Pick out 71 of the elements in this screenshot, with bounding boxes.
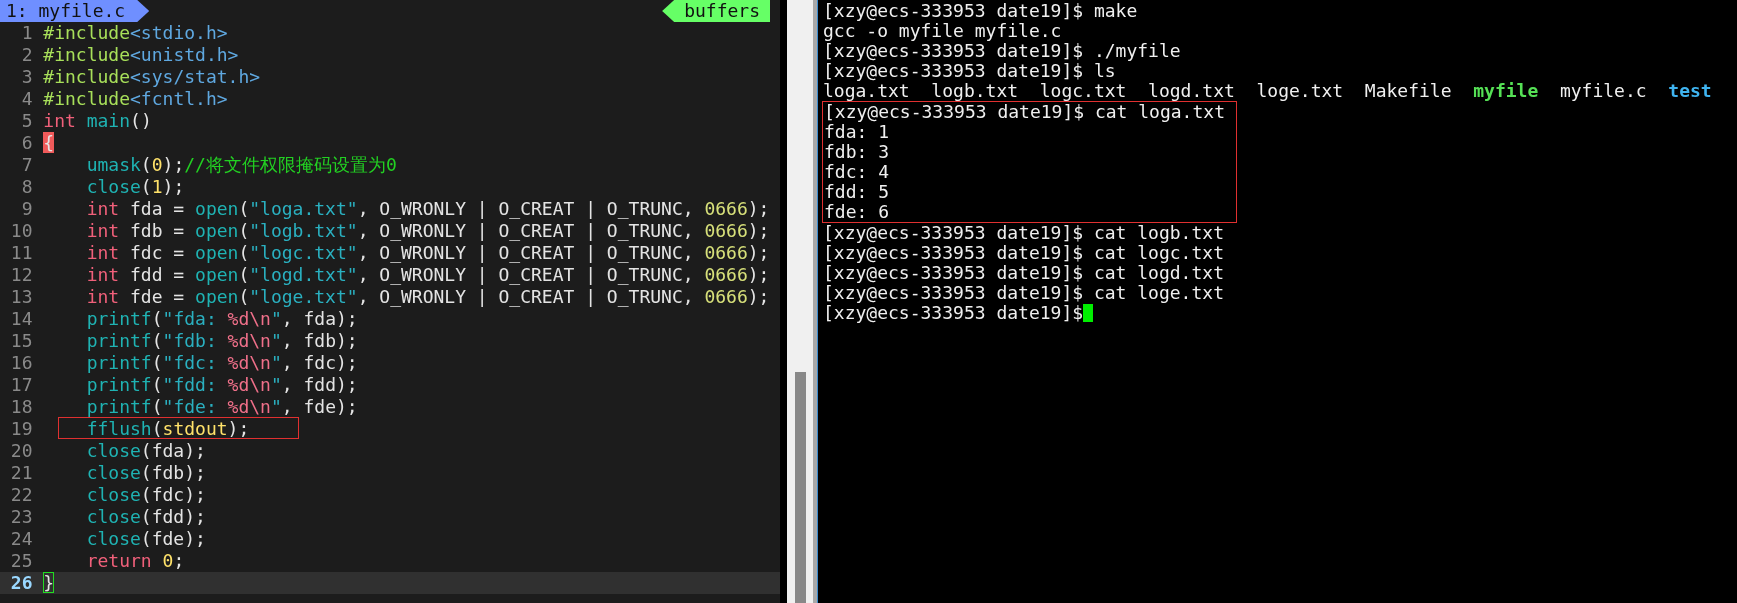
terminal-line: loga.txt logb.txt logc.txt logd.txt loge.txt Makefile myfile myfile.c test [822,81,1713,101]
code-line: int fde = open("loge.txt", O_WRONLY | O_CREAT | O_TRUNC, 0666); [85,286,771,308]
terminal-line: [xzy@ecs-333953 date19]$ [822,303,1737,323]
terminal-line: [xzy@ecs-333953 date19]$ ls [822,61,1116,81]
line-number: 25 [9,550,33,572]
code-line: close(fdc); [85,484,207,506]
line-number: 11 [9,242,33,264]
code-line: int fdc = open("logc.txt", O_WRONLY | O_CREAT | O_TRUNC, 0666); [85,242,771,264]
terminal-line: fdd: 5 [823,182,891,202]
line-number: 7 [20,154,33,176]
code-line: #include<sys/stat.h> [43,66,262,88]
scrollbar-thumb[interactable] [795,372,806,603]
code-line: #include<unistd.h> [43,44,240,66]
line-number: 14 [9,308,33,330]
code-line: close(fdb); [85,462,207,484]
line-number: 9 [20,198,33,220]
terminal-line: fda: 1 [823,122,890,142]
line-number: 19 [9,418,33,440]
code-line: printf("fda: %d\n", fda); [85,308,359,330]
line-number: 20 [9,440,33,462]
scrollbar[interactable] [787,0,817,603]
code-line: close(fda); [85,440,207,462]
code-line: printf("fdb: %d\n", fdb); [85,330,359,352]
code-line: } [43,572,56,594]
line-number: 1 [20,22,33,44]
code-line: close(fdd); [85,506,207,528]
terminal-line: fdb: 3 [823,142,891,162]
terminal-line: fdc: 4 [823,162,891,182]
line-number: 2 [20,44,33,66]
line-number: 16 [9,352,33,374]
line-number: 26 [9,572,33,594]
line-number: 24 [9,528,33,550]
code-line: #include<stdio.h> [43,22,229,44]
code-line: int fdd = open("logd.txt", O_WRONLY | O_CREAT | O_TRUNC, 0666); [85,264,771,286]
line-number: 5 [20,110,33,132]
line-number: 13 [9,286,33,308]
terminal-line: [xzy@ecs-333953 date19]$ cat loga.txt [823,102,1225,122]
code-line: int fdb = open("logb.txt", O_WRONLY | O_CREAT | O_TRUNC, 0666); [85,220,771,242]
line-number: 18 [9,396,33,418]
line-number: 8 [20,176,33,198]
code-line: umask(0);//将文件权限掩码设置为0 [85,154,398,176]
code-line: return 0; [85,550,186,572]
code-line: int fda = open("loga.txt", O_WRONLY | O_CREAT | O_TRUNC, 0666); [85,198,771,220]
line-number: 12 [9,264,33,286]
line-number: 4 [20,88,33,110]
terminal-line: [xzy@ecs-333953 date19]$ cat loge.txt [822,283,1225,303]
code-line: printf("fde: %d\n", fde); [85,396,359,418]
code-line: fflush(stdout); [43,418,780,440]
line-number: 15 [9,330,33,352]
code-line: printf("fdc: %d\n", fdc); [85,352,359,374]
terminal-line: fde: 6 [823,202,891,222]
buffers-label: buffers [662,0,770,22]
line-number: 10 [9,220,33,242]
terminal-line: [xzy@ecs-333953 date19]$ make [822,1,1139,21]
line-number: 22 [9,484,33,506]
terminal-line: [xzy@ecs-333953 date19]$ cat logb.txt [822,223,1225,243]
line-number: 3 [20,66,33,88]
line-number: 23 [9,506,33,528]
code-line: #include<fcntl.h> [43,88,229,110]
file-tab[interactable]: 1: myfile.c [0,0,150,22]
line-number: 17 [9,374,33,396]
terminal-line: [xzy@ecs-333953 date19]$ cat logd.txt [822,263,1225,283]
terminal-line: gcc -o myfile myfile.c [822,21,1063,41]
line-number: 21 [9,462,33,484]
code-line: close(fde); [85,528,207,550]
terminal-line: [xzy@ecs-333953 date19]$ ./myfile [822,41,1182,61]
terminal-line: [xzy@ecs-333953 date19]$ cat logc.txt [822,243,1225,263]
line-number: 6 [20,132,33,154]
code-line: printf("fdd: %d\n", fdd); [85,374,359,396]
code-line: close(1); [85,176,186,198]
code-line: int main() [43,110,153,132]
